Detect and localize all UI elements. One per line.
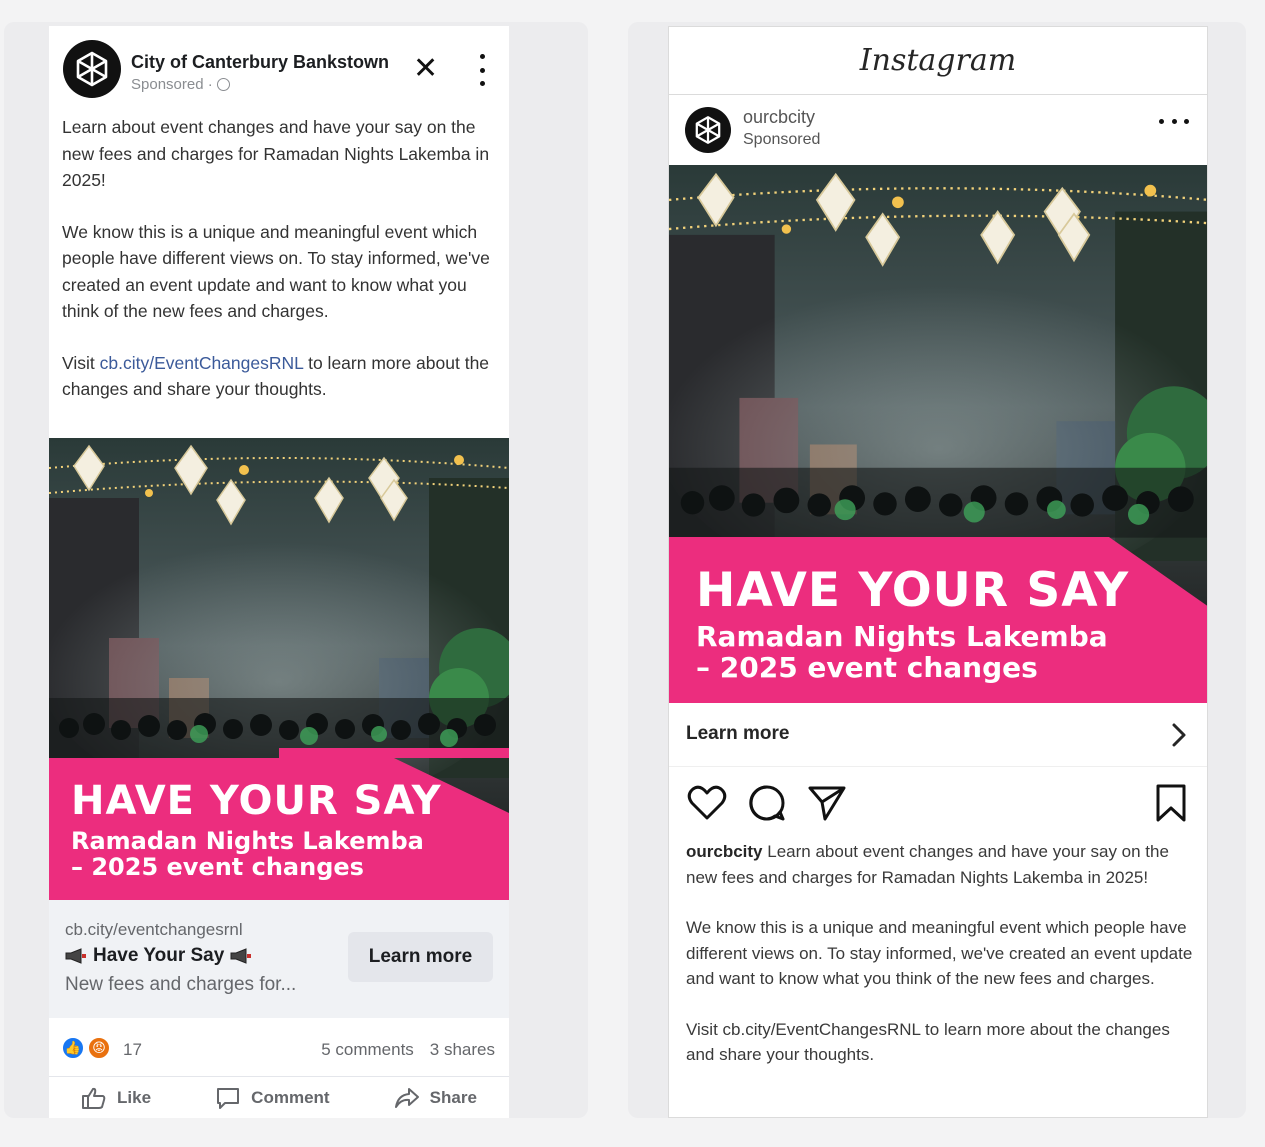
preview-title-text: Have Your Say — [93, 945, 225, 966]
instagram-ad-panel: Instagram ourcbcity Sponsored HAVE YOUR … — [628, 22, 1246, 1118]
page-name[interactable]: City of Canterbury Bankstown — [131, 52, 389, 73]
learn-more-button[interactable]: Learn more — [348, 932, 493, 982]
chevron-right-icon — [1172, 723, 1186, 747]
globe-icon — [216, 78, 230, 91]
angry-reaction-icon[interactable]: 😡 — [87, 1036, 111, 1060]
megaphone-icon — [230, 948, 252, 964]
banner-subline-1: Ramadan Nights Lakemba — [71, 827, 424, 855]
caption-paragraph-1: ourcbcity Learn about event changes and … — [686, 842, 1169, 887]
megaphone-icon — [65, 948, 86, 964]
instagram-post: Instagram ourcbcity Sponsored HAVE YOUR … — [668, 26, 1208, 1118]
instagram-logo[interactable]: Instagram — [860, 43, 1016, 78]
preview-title: Have Your Say — [65, 945, 252, 967]
facebook-ad-panel: City of Canterbury Bankstown Sponsored ·… — [4, 22, 588, 1118]
more-options-icon[interactable] — [469, 50, 495, 90]
account-username[interactable]: ourcbcity — [743, 107, 815, 128]
page-avatar[interactable] — [63, 40, 121, 98]
bookmark-icon[interactable] — [1153, 783, 1189, 823]
heart-icon[interactable] — [686, 783, 728, 823]
instagram-header: Instagram — [669, 27, 1207, 95]
close-icon[interactable]: ✕ — [413, 54, 438, 84]
sponsored-label: Sponsored · — [131, 76, 230, 93]
send-icon[interactable] — [807, 783, 847, 823]
post-body: Learn about event changes and have your … — [62, 114, 502, 428]
comment-count[interactable]: 5 comments — [321, 1040, 414, 1060]
action-bar: Like Comment Share — [49, 1076, 509, 1118]
banner-text: HAVE YOUR SAY Ramadan Nights Lakemba – 2… — [696, 563, 1129, 684]
post-paragraph-1: Learn about event changes and have your … — [62, 117, 490, 190]
account-avatar[interactable] — [685, 107, 731, 153]
reactions-bar: 👍 😡 17 5 comments 3 shares — [49, 1030, 509, 1070]
banner-subline-1: Ramadan Nights Lakemba — [696, 620, 1108, 653]
link-preview[interactable]: cb.city/eventchangesrnl Have Your Say Ne… — [49, 900, 509, 1018]
banner-text: HAVE YOUR SAY Ramadan Nights Lakemba – 2… — [71, 778, 442, 881]
banner-subline-2: – 2025 event changes — [71, 853, 364, 882]
comment-bubble-icon[interactable] — [747, 783, 787, 823]
cb-logo-icon — [695, 116, 721, 144]
event-image[interactable]: HAVE YOUR SAY Ramadan Nights Lakemba – 2… — [49, 438, 509, 900]
post-action-icons — [669, 783, 1207, 827]
cb-logo-icon — [76, 51, 108, 87]
learn-more-row[interactable]: Learn more — [669, 703, 1207, 767]
banner-headline: HAVE YOUR SAY — [71, 778, 442, 824]
comment-button[interactable]: Comment — [215, 1086, 330, 1110]
caption-username[interactable]: ourcbcity — [686, 842, 763, 861]
thumbs-up-icon — [82, 1087, 106, 1109]
share-icon — [394, 1087, 419, 1108]
comment-icon — [217, 1087, 240, 1109]
learn-more-label: Learn more — [686, 723, 790, 744]
share-count[interactable]: 3 shares — [430, 1040, 495, 1060]
post-paragraph-3: Visit cb.city/EventChangesRNL to learn m… — [62, 352, 490, 400]
reaction-count[interactable]: 17 — [123, 1040, 142, 1060]
facebook-post: City of Canterbury Bankstown Sponsored ·… — [49, 26, 509, 1118]
sponsored-text: Sponsored · — [131, 76, 213, 93]
like-button[interactable]: Like — [81, 1086, 151, 1110]
event-link[interactable]: cb.city/EventChangesRNL — [100, 353, 304, 373]
post-header: City of Canterbury Bankstown Sponsored ·… — [49, 26, 509, 110]
sponsored-label: Sponsored — [743, 131, 821, 148]
caption-paragraph-2: We know this is a unique and meaningful … — [686, 918, 1193, 988]
post-paragraph-2: We know this is a unique and meaningful … — [62, 221, 490, 322]
caption-paragraph-3: Visit cb.city/EventChangesRNL to learn m… — [686, 1019, 1170, 1065]
preview-description: New fees and charges for... — [65, 974, 297, 995]
event-image[interactable]: HAVE YOUR SAY Ramadan Nights Lakemba – 2… — [669, 165, 1207, 703]
preview-domain: cb.city/eventchangesrnl — [65, 920, 243, 939]
share-button[interactable]: Share — [394, 1086, 477, 1110]
banner-headline: HAVE YOUR SAY — [696, 563, 1130, 618]
like-reaction-icon[interactable]: 👍 — [61, 1036, 85, 1060]
more-options-icon[interactable] — [1159, 119, 1189, 129]
engagement-stats: 5 comments 3 shares — [321, 1040, 495, 1060]
banner-subline-2: – 2025 event changes — [696, 650, 1038, 684]
post-caption: ourcbcity Learn about event changes and … — [686, 839, 1196, 1093]
